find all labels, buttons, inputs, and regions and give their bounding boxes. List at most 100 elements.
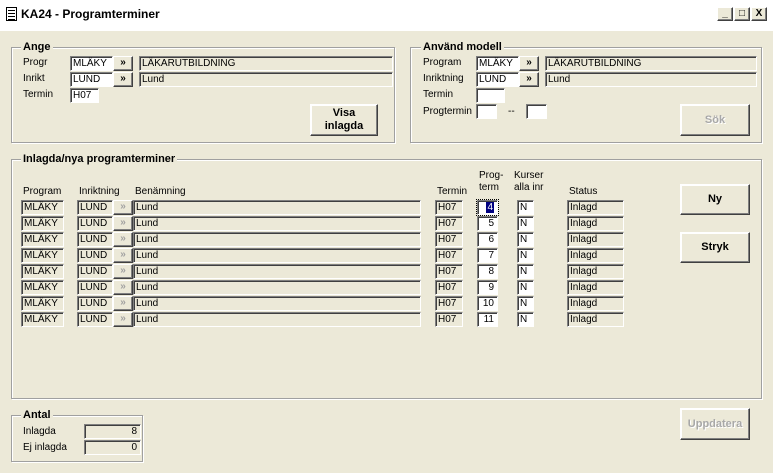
- row-status-cell: Inlagd: [567, 280, 624, 295]
- row-benamning-cell: Lund: [133, 264, 421, 279]
- progtermin-to-field[interactable]: [526, 104, 547, 119]
- minimize-button[interactable]: _: [717, 7, 733, 21]
- modell-termin-field[interactable]: [476, 88, 505, 103]
- row-kurser-field[interactable]: N: [517, 264, 534, 279]
- modell-termin-label: Termin: [423, 89, 454, 100]
- row-benamning-cell: Lund: [133, 296, 421, 311]
- row-status-cell: Inlagd: [567, 216, 624, 231]
- row-progterm-field[interactable]: 6: [477, 232, 498, 247]
- row-inriktning-lookup-button[interactable]: »: [113, 248, 133, 263]
- stryk-button[interactable]: Stryk: [680, 232, 750, 263]
- maximize-button[interactable]: □: [734, 7, 750, 21]
- row-program-cell: MLÄKY: [21, 296, 64, 311]
- row-kurser-field[interactable]: N: [517, 312, 534, 327]
- row-termin-cell: H07: [435, 232, 463, 247]
- row-kurser-field[interactable]: N: [517, 232, 534, 247]
- inrikt-field[interactable]: LUND: [70, 72, 113, 87]
- modell-inriktning-name-field: Lund: [545, 72, 757, 87]
- col-header-benamning: Benämning: [135, 186, 186, 197]
- row-inriktning-lookup-button[interactable]: »: [113, 264, 133, 279]
- row-termin-cell: H07: [435, 312, 463, 327]
- row-termin-cell: H07: [435, 296, 463, 311]
- col-header-program: Program: [23, 186, 62, 197]
- inlagda-label: Inlagda: [23, 426, 56, 437]
- ej-inlagda-label: Ej inlagda: [23, 442, 67, 453]
- row-kurser-field[interactable]: N: [517, 280, 534, 295]
- row-kurser-field[interactable]: N: [517, 200, 534, 215]
- modell-program-lookup-button[interactable]: »: [519, 56, 539, 71]
- row-benamning-cell: Lund: [133, 312, 421, 327]
- row-status-cell: Inlagd: [567, 264, 624, 279]
- progr-name-field: LÄKARUTBILDNING: [139, 56, 393, 71]
- row-program-cell: MLÄKY: [21, 312, 64, 327]
- row-status-cell: Inlagd: [567, 232, 624, 247]
- programterminer-group: [11, 159, 762, 399]
- row-program-cell: MLÄKY: [21, 200, 64, 215]
- termin-field[interactable]: H07: [70, 88, 99, 103]
- modell-program-name-field: LÄKARUTBILDNING: [545, 56, 757, 71]
- ny-button[interactable]: Ny: [680, 184, 750, 215]
- col-header-progterm-line2: term: [479, 182, 499, 193]
- sok-button[interactable]: Sök: [680, 104, 750, 136]
- progtermin-label: Progtermin: [423, 106, 472, 117]
- program-label: Program: [423, 57, 462, 68]
- inrikt-name-field: Lund: [139, 72, 393, 87]
- row-benamning-cell: Lund: [133, 232, 421, 247]
- row-status-cell: Inlagd: [567, 296, 624, 311]
- ange-legend: Ange: [21, 41, 53, 53]
- row-progterm-field[interactable]: 11: [477, 312, 498, 327]
- inriktning-label: Inriktning: [423, 73, 464, 84]
- uppdatera-button[interactable]: Uppdatera: [680, 408, 750, 440]
- row-termin-cell: H07: [435, 248, 463, 263]
- modell-legend: Använd modell: [421, 41, 504, 53]
- row-progterm-field[interactable]: 10: [477, 296, 498, 311]
- row-termin-cell: H07: [435, 280, 463, 295]
- programterminer-legend: Inlagda/nya programterminer: [21, 153, 178, 165]
- modell-inriktning-lookup-button[interactable]: »: [519, 72, 539, 87]
- ej-inlagda-count: 0: [84, 440, 141, 455]
- row-progterm-field[interactable]: 7: [477, 248, 498, 263]
- row-inriktning-cell: LUND: [77, 232, 113, 247]
- row-progterm-field[interactable]: 9: [477, 280, 498, 295]
- inrikt-lookup-button[interactable]: »: [113, 72, 133, 87]
- row-kurser-field[interactable]: N: [517, 216, 534, 231]
- row-termin-cell: H07: [435, 216, 463, 231]
- row-inriktning-lookup-button[interactable]: »: [113, 296, 133, 311]
- row-program-cell: MLÄKY: [21, 280, 64, 295]
- row-progterm-field[interactable]: 8: [477, 264, 498, 279]
- visa-inlagda-line2: inlagda: [324, 120, 364, 132]
- row-kurser-field[interactable]: N: [517, 248, 534, 263]
- row-inriktning-lookup-button[interactable]: »: [113, 200, 133, 215]
- col-header-status: Status: [569, 186, 598, 197]
- progr-lookup-button[interactable]: »: [113, 56, 133, 71]
- col-header-inriktning: Inriktning: [79, 186, 120, 197]
- termin-label: Termin: [23, 89, 54, 100]
- row-program-cell: MLÄKY: [21, 232, 64, 247]
- row-inriktning-lookup-button[interactable]: »: [113, 312, 133, 327]
- col-header-progterm-line1: Prog-: [479, 170, 504, 181]
- row-termin-cell: H07: [435, 200, 463, 215]
- modell-inriktning-field[interactable]: LUND: [476, 72, 519, 87]
- row-inriktning-cell: LUND: [77, 216, 113, 231]
- row-inriktning-lookup-button[interactable]: »: [113, 280, 133, 295]
- progtermin-from-field[interactable]: [476, 104, 497, 119]
- row-inriktning-lookup-button[interactable]: »: [113, 216, 133, 231]
- row-inriktning-cell: LUND: [77, 200, 113, 215]
- row-inriktning-lookup-button[interactable]: »: [113, 232, 133, 247]
- row-progterm-field[interactable]: 5: [477, 216, 498, 231]
- row-progterm-field[interactable]: 4: [476, 199, 499, 216]
- row-inriktning-cell: LUND: [77, 264, 113, 279]
- row-program-cell: MLÄKY: [21, 248, 64, 263]
- row-kurser-field[interactable]: N: [517, 296, 534, 311]
- visa-inlagda-button[interactable]: Visa inlagda: [310, 104, 378, 136]
- modell-program-field[interactable]: MLÄKY: [476, 56, 519, 71]
- col-header-kurser-line1: Kurser: [514, 170, 544, 181]
- row-benamning-cell: Lund: [133, 216, 421, 231]
- row-inriktning-cell: LUND: [77, 248, 113, 263]
- close-button[interactable]: X: [751, 7, 767, 21]
- row-benamning-cell: Lund: [133, 280, 421, 295]
- antal-legend: Antal: [21, 409, 53, 421]
- progtermin-separator: --: [508, 106, 515, 117]
- row-termin-cell: H07: [435, 264, 463, 279]
- progr-field[interactable]: MLÄKY: [70, 56, 113, 71]
